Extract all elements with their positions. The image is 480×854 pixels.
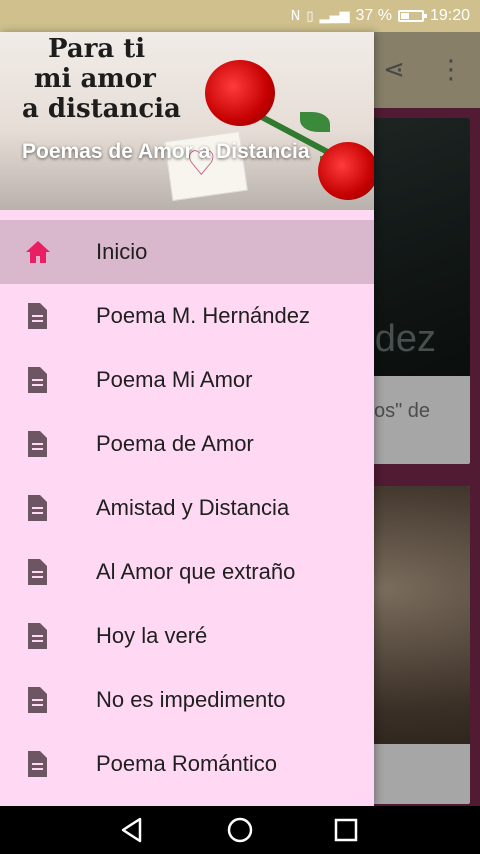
navigation-drawer: ♡ Para ti mi amor a distancia Poemas de … (0, 32, 374, 806)
menu-item-hoy-la-vere[interactable]: Hoy la veré (0, 604, 374, 668)
document-icon (0, 366, 96, 394)
menu-item-amistad-y-distancia[interactable]: Amistad y Distancia (0, 476, 374, 540)
menu-item-al-amor-que-extrano[interactable]: Al Amor que extraño (0, 540, 374, 604)
header-image-text: mi amor (34, 64, 156, 94)
document-icon (0, 430, 96, 458)
menu-item-label: Poema M. Hernández (96, 303, 310, 328)
menu-item-label: Poema Romántico (96, 751, 277, 776)
signal-4g-icon: ▂▄▆ (319, 8, 350, 24)
menu-item-inicio[interactable]: Inicio (0, 220, 374, 284)
menu-item-no-es-impedimento[interactable]: No es impedimento (0, 668, 374, 732)
document-icon (0, 622, 96, 650)
menu-item-label: Hoy la veré (96, 623, 208, 648)
document-icon (0, 494, 96, 522)
menu-item-poema-de-amor[interactable]: Poema de Amor (0, 412, 374, 476)
clock: 19:20 (429, 7, 470, 24)
menu-item-label: No es impedimento (96, 687, 286, 712)
menu-item-label: Poema de Amor (96, 431, 254, 456)
menu-item-poema-romantico[interactable]: Poema Romántico (0, 732, 374, 796)
menu-item-poema-mi-amor[interactable]: Poema Mi Amor (0, 348, 374, 412)
document-icon (0, 750, 96, 778)
home-circle-icon[interactable] (224, 814, 256, 846)
drawer-title: Poemas de Amor a Distancia (22, 140, 310, 163)
menu-item-poema-m-hernandez[interactable]: Poema M. Hernández (0, 284, 374, 348)
battery-fill (400, 13, 410, 19)
document-icon (0, 558, 96, 586)
rose-image (318, 142, 374, 200)
back-icon[interactable] (116, 814, 148, 846)
home-icon (0, 240, 96, 264)
header-image-text: a distancia (22, 94, 181, 124)
header-image-text: Para ti (48, 34, 146, 64)
document-icon (0, 686, 96, 714)
menu-item-label: Al Amor que extraño (96, 559, 296, 584)
system-nav-bar (0, 806, 480, 854)
drawer-menu: Inicio Poema M. Hernández Poema Mi Amor … (0, 220, 374, 796)
drawer-header: ♡ Para ti mi amor a distancia Poemas de … (0, 32, 374, 210)
menu-item-label: Inicio (96, 239, 148, 264)
rose-image (205, 60, 275, 126)
menu-item-label: Amistad y Distancia (96, 495, 290, 520)
status-bar: N ▯ ▂▄▆ 37 % 19:20 (0, 0, 480, 32)
nfc-icon: N (290, 8, 301, 24)
battery-percent: 37 % (355, 7, 392, 24)
recents-icon[interactable] (330, 814, 362, 846)
menu-item-label: Poema Mi Amor (96, 367, 253, 392)
document-icon (0, 302, 96, 330)
vibrate-icon: ▯ (306, 8, 314, 24)
leaf-image (300, 112, 330, 132)
battery-icon (397, 10, 427, 22)
